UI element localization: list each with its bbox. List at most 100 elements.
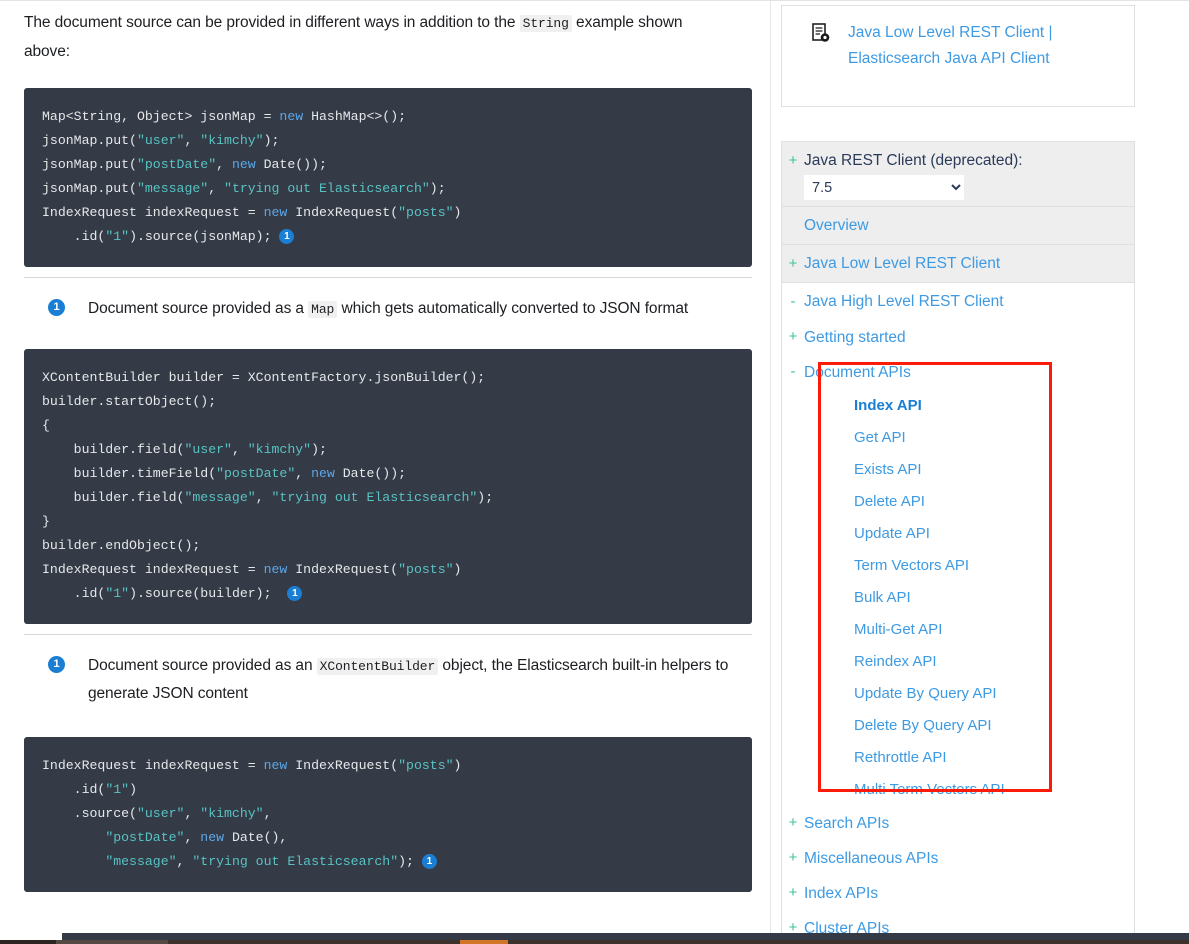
nav-link-rethrottle-api[interactable]: Rethrottle API: [854, 749, 947, 766]
related-link-java-clients[interactable]: Java Low Level REST Client | Elasticsear…: [848, 20, 1052, 72]
code-token: Map<String, Object> jsonMap =: [42, 109, 280, 124]
code-token: jsonMap.put(: [42, 157, 137, 172]
nav-link-index-apis[interactable]: Index APIs: [804, 881, 878, 906]
nav-item-index-api[interactable]: Index API: [782, 390, 1134, 422]
code-token: ,: [184, 830, 201, 845]
code-token: "trying out Elasticsearch": [224, 181, 430, 196]
code-token: new: [263, 758, 288, 773]
inline-code-xcontentbuilder: XContentBuilder: [316, 658, 439, 675]
nav-link-delete-api[interactable]: Delete API: [854, 493, 925, 510]
code-token: .id(: [42, 586, 106, 601]
nav-item-delete-by-query-api[interactable]: Delete By Query API: [782, 710, 1134, 742]
code-token: .source(: [42, 806, 137, 821]
code-token: "postDate": [105, 830, 185, 845]
expand-plus-icon[interactable]: +: [782, 881, 804, 904]
inline-code-string: String: [519, 15, 572, 32]
code-token: Date());: [255, 157, 327, 172]
nav-link-update-by-query-api[interactable]: Update By Query API: [854, 685, 997, 702]
nav-item-java-low-level-rest-client[interactable]: + Java Low Level REST Client: [782, 245, 1134, 283]
nav-link-multi-term-vectors-api[interactable]: Multi Term Vectors API: [854, 781, 1005, 798]
collapse-minus-icon[interactable]: -: [782, 360, 804, 383]
nav-link-overview[interactable]: Overview: [804, 213, 869, 238]
nav-link-miscellaneous-apis[interactable]: Miscellaneous APIs: [804, 846, 938, 871]
nav-link-exists-api[interactable]: Exists API: [854, 461, 922, 478]
code-token: ).source(builder);: [129, 586, 288, 601]
expand-plus-icon[interactable]: +: [782, 846, 804, 869]
nav-link-java-high-level-rest-client[interactable]: Java High Level REST Client: [804, 289, 1004, 314]
code-token: "1": [105, 586, 130, 601]
related-link-line-2: Elasticsearch Java API Client: [848, 50, 1050, 67]
code-token: XContentBuilder builder = XContentFactor…: [42, 370, 486, 385]
nav-item-update-by-query-api[interactable]: Update By Query API: [782, 678, 1134, 710]
nav-item-overview[interactable]: · Overview: [782, 207, 1134, 245]
divider: [24, 277, 752, 278]
nav-link-search-apis[interactable]: Search APIs: [804, 811, 889, 836]
main-content: The document source can be provided in d…: [0, 1, 770, 944]
nav-link-reindex-api[interactable]: Reindex API: [854, 653, 937, 670]
code-token: Date(),: [224, 830, 288, 845]
code-token: IndexRequest(: [287, 205, 399, 220]
expand-plus-icon[interactable]: +: [782, 811, 804, 834]
nav-link-getting-started[interactable]: Getting started: [804, 325, 906, 350]
collapse-minus-icon[interactable]: -: [782, 289, 804, 314]
code-token: "message": [136, 181, 209, 196]
nav-item-rethrottle-api[interactable]: Rethrottle API: [782, 742, 1134, 774]
code-token: jsonMap.put(: [42, 133, 137, 148]
version-select[interactable]: 7.5: [804, 175, 964, 200]
nav-item-document-apis[interactable]: - Document APIs: [782, 355, 1134, 390]
expand-plus-icon[interactable]: +: [782, 148, 804, 173]
code-token: ,: [255, 490, 272, 505]
nav-link-delete-by-query-api[interactable]: Delete By Query API: [854, 717, 992, 734]
nav-item-exists-api[interactable]: Exists API: [782, 454, 1134, 486]
nav-link-term-vectors-api[interactable]: Term Vectors API: [854, 557, 969, 574]
code-token: ,: [216, 157, 232, 172]
nav-item-java-high-level-rest-client[interactable]: - Java High Level REST Client: [782, 283, 1134, 320]
nav-link-index-api[interactable]: Index API: [854, 397, 922, 414]
nav-item-update-api[interactable]: Update API: [782, 518, 1134, 550]
code-token: HashMap<>();: [303, 109, 407, 124]
code-token: builder.timeField(: [42, 466, 217, 481]
nav-link-document-apis[interactable]: Document APIs: [804, 360, 911, 385]
taskbar-active-app[interactable]: [460, 940, 508, 944]
nav-item-multi-get-api[interactable]: Multi-Get API: [782, 614, 1134, 646]
code-token: builder.startObject();: [42, 394, 217, 409]
nav-item-index-apis[interactable]: + Index APIs: [782, 876, 1134, 911]
code-token: "posts": [398, 758, 454, 773]
nav-link-multi-get-api[interactable]: Multi-Get API: [854, 621, 942, 638]
code-token: ,: [176, 854, 193, 869]
related-link-line-1: Java Low Level REST Client |: [848, 24, 1053, 41]
nav-link-bulk-api[interactable]: Bulk API: [854, 589, 911, 606]
callout-number-badge: 1: [48, 299, 65, 316]
os-taskbar[interactable]: [0, 933, 1189, 944]
nav-item-bulk-api[interactable]: Bulk API: [782, 582, 1134, 614]
nav-item-search-apis[interactable]: + Search APIs: [782, 806, 1134, 841]
nav-link-update-api[interactable]: Update API: [854, 525, 930, 542]
taskbar-strip: [0, 940, 1189, 944]
code-token: "kimchy": [200, 133, 264, 148]
code-token: );: [263, 133, 280, 148]
code-token: ,: [208, 181, 225, 196]
nav-item-get-api[interactable]: Get API: [782, 422, 1134, 454]
nav-item-getting-started[interactable]: + Getting started: [782, 320, 1134, 355]
nav-item-miscellaneous-apis[interactable]: + Miscellaneous APIs: [782, 841, 1134, 876]
expand-plus-icon[interactable]: +: [782, 251, 804, 276]
nav-item-multi-term-vectors-api[interactable]: Multi Term Vectors API: [782, 774, 1134, 806]
callout-prefix: Document source provided as an: [88, 657, 317, 674]
code-token: new: [231, 157, 256, 172]
code-token: IndexRequest indexRequest =: [42, 562, 264, 577]
nav-item-delete-api[interactable]: Delete API: [782, 486, 1134, 518]
nav-item-reindex-api[interactable]: Reindex API: [782, 646, 1134, 678]
code-token: "posts": [398, 205, 454, 220]
code-token: .id(: [42, 782, 106, 797]
nav-item-term-vectors-api[interactable]: Term Vectors API: [782, 550, 1134, 582]
code-token: new: [263, 562, 288, 577]
code-block-object-keypairs-source: IndexRequest indexRequest = new IndexReq…: [24, 737, 752, 892]
code-token: ,: [184, 806, 201, 821]
callout-number-badge: 1: [287, 586, 303, 601]
code-token: "postDate": [136, 157, 217, 172]
nav-link-java-low-level-rest-client[interactable]: Java Low Level REST Client: [804, 251, 1000, 276]
expand-plus-icon[interactable]: +: [782, 325, 804, 348]
callout-suffix: which gets automatically converted to JS…: [337, 300, 689, 317]
code-token: .id(: [42, 229, 106, 244]
nav-link-get-api[interactable]: Get API: [854, 429, 906, 446]
